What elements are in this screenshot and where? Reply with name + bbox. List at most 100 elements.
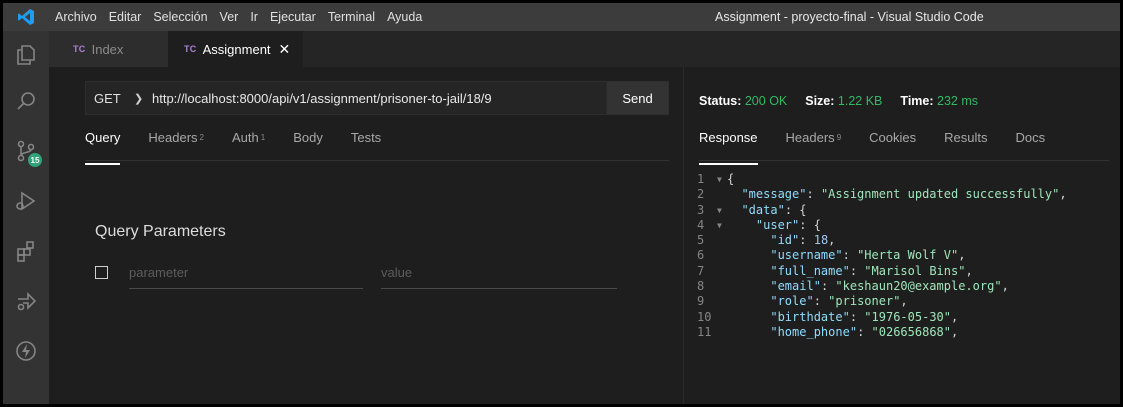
editor-area: TC Index TC Assignment ✕ GET ❯ http://lo…	[49, 31, 1120, 404]
close-icon[interactable]: ✕	[279, 41, 291, 58]
time-value: 232 ms	[937, 94, 979, 108]
menu-item-terminal[interactable]: Terminal	[322, 3, 381, 31]
fold-gutter	[717, 279, 727, 294]
response-tab-response[interactable]: Response	[699, 127, 758, 165]
remote-icon[interactable]	[3, 281, 49, 321]
vscode-logo-icon[interactable]	[3, 3, 49, 31]
code-line: 9 "role": "prisoner",	[689, 294, 1120, 309]
json-token-strg: "1976-05-30"	[864, 309, 951, 324]
response-tab-cookies[interactable]: Cookies	[869, 127, 916, 157]
json-token-num: 18	[813, 233, 829, 248]
source-control-badge: 15	[28, 153, 42, 167]
tab-query[interactable]: Query	[85, 127, 121, 165]
line-number: 7	[697, 263, 705, 278]
response-tab-results[interactable]: Results	[944, 127, 987, 157]
tab-label: Tests	[350, 130, 382, 145]
url-input[interactable]: http://localhost:8000/api/v1/assignment/…	[152, 91, 606, 106]
explorer-icon[interactable]	[3, 35, 49, 75]
menu-item-editar[interactable]: Editar	[103, 3, 148, 31]
tab-index[interactable]: TC Index	[49, 31, 168, 67]
window-title: Assignment - proyecto-final - Visual Stu…	[715, 10, 984, 24]
parameter-input[interactable]: parameter	[129, 263, 363, 289]
thunder-client-tab-icon: TC	[73, 44, 86, 54]
title-bar: Archivo Editar Selección Ver Ir Ejecutar Termi…	[3, 3, 1120, 31]
status-readout: Status: 200 OK	[699, 94, 787, 108]
menu-item-ayuda[interactable]: Ayuda	[381, 3, 428, 31]
fold-gutter	[717, 325, 727, 340]
tab-label: Assignment	[202, 41, 271, 57]
json-token-strg: "prisoner"	[828, 294, 901, 309]
fold-chevron-icon[interactable]: ▼	[717, 218, 727, 233]
tab-label: Index	[91, 41, 124, 57]
source-control-icon[interactable]: 15	[3, 131, 49, 171]
tab-auth[interactable]: Auth 1	[232, 127, 265, 157]
line-number: 6	[697, 248, 705, 263]
tab-label: Results	[944, 130, 988, 145]
size-readout: Size: 1.22 KB	[805, 94, 882, 108]
extensions-icon[interactable]	[3, 231, 49, 271]
tab-label: Cookies	[869, 130, 917, 145]
tab-count: 2	[199, 133, 204, 142]
menu-item-ejecutar[interactable]: Ejecutar	[264, 3, 322, 31]
json-token-strg: "Assignment updated successfully"	[820, 187, 1060, 202]
tab-label: Response	[699, 130, 758, 145]
tab-tests[interactable]: Tests	[351, 127, 381, 157]
request-tabs: Query Headers 2 Auth 1 Body Tests	[85, 127, 409, 165]
menu-item-selecci-n[interactable]: Selección	[147, 3, 213, 31]
json-token-key: "birthdate"	[770, 309, 850, 324]
menu-item-archivo[interactable]: Archivo	[49, 3, 103, 31]
line-number: 2	[697, 187, 705, 202]
value-input[interactable]: value	[381, 263, 617, 289]
line-number: 8	[697, 279, 705, 294]
search-icon[interactable]	[3, 81, 49, 121]
json-token-punc: :	[813, 294, 829, 309]
json-token-punc: :	[799, 233, 814, 248]
code-line: 6 "username": "Herta Wolf V",	[689, 248, 1120, 263]
menu-item-ver[interactable]: Ver	[214, 3, 245, 31]
json-token-strg: "keshaun20@example.org"	[835, 279, 1002, 294]
vscode-window: Archivo Editar Selección Ver Ir Ejecutar Termi…	[0, 0, 1123, 407]
json-token-key: "role"	[770, 294, 814, 309]
param-enable-checkbox[interactable]	[95, 266, 108, 279]
tab-headers[interactable]: Headers 2	[148, 127, 204, 157]
json-token-key: "data"	[741, 202, 785, 217]
send-button[interactable]: Send	[606, 82, 668, 114]
tab-label: Headers	[785, 130, 835, 145]
time-label: Time:	[900, 94, 934, 108]
response-tab-docs[interactable]: Docs	[1015, 127, 1045, 157]
fold-chevron-icon[interactable]: ▼	[717, 172, 727, 187]
thunder-client-icon[interactable]	[3, 331, 49, 371]
method-select[interactable]: GET	[86, 91, 134, 106]
tab-label: Body	[293, 130, 323, 145]
tab-assignment[interactable]: TC Assignment ✕	[168, 31, 303, 67]
line-number: 1	[697, 172, 705, 186]
json-token-key: "id"	[770, 233, 800, 248]
code-line: 11 "home_phone": "026656868",	[689, 325, 1120, 340]
json-token-punc: : {	[799, 217, 821, 232]
tab-body[interactable]: Body	[293, 127, 323, 157]
panel-splitter[interactable]	[683, 67, 684, 404]
fold-chevron-icon[interactable]: ▼	[717, 203, 727, 218]
menu-item-ir[interactable]: Ir	[244, 3, 264, 31]
json-token-strg: "026656868"	[871, 324, 951, 339]
response-tab-headers[interactable]: Headers 9	[786, 127, 842, 157]
request-tabs-divider	[85, 160, 669, 161]
response-body[interactable]: 1 ▼{2 "message": "Assignment updated succ…	[689, 172, 1120, 404]
thunder-client-tab-icon: TC	[184, 44, 197, 54]
json-token-strg: "Herta Wolf V"	[857, 248, 959, 263]
line-number: 9	[697, 294, 705, 309]
line-number: 11	[697, 324, 712, 339]
json-token-punc: {	[727, 172, 735, 186]
size-value: 1.22 KB	[837, 94, 883, 108]
json-token-punc: ,	[828, 233, 836, 248]
editor-tabs: TC Index TC Assignment ✕	[49, 31, 1120, 67]
json-token-punc: : {	[784, 202, 807, 217]
run-debug-icon[interactable]	[3, 181, 49, 221]
chevron-down-icon[interactable]: ❯	[134, 92, 152, 105]
